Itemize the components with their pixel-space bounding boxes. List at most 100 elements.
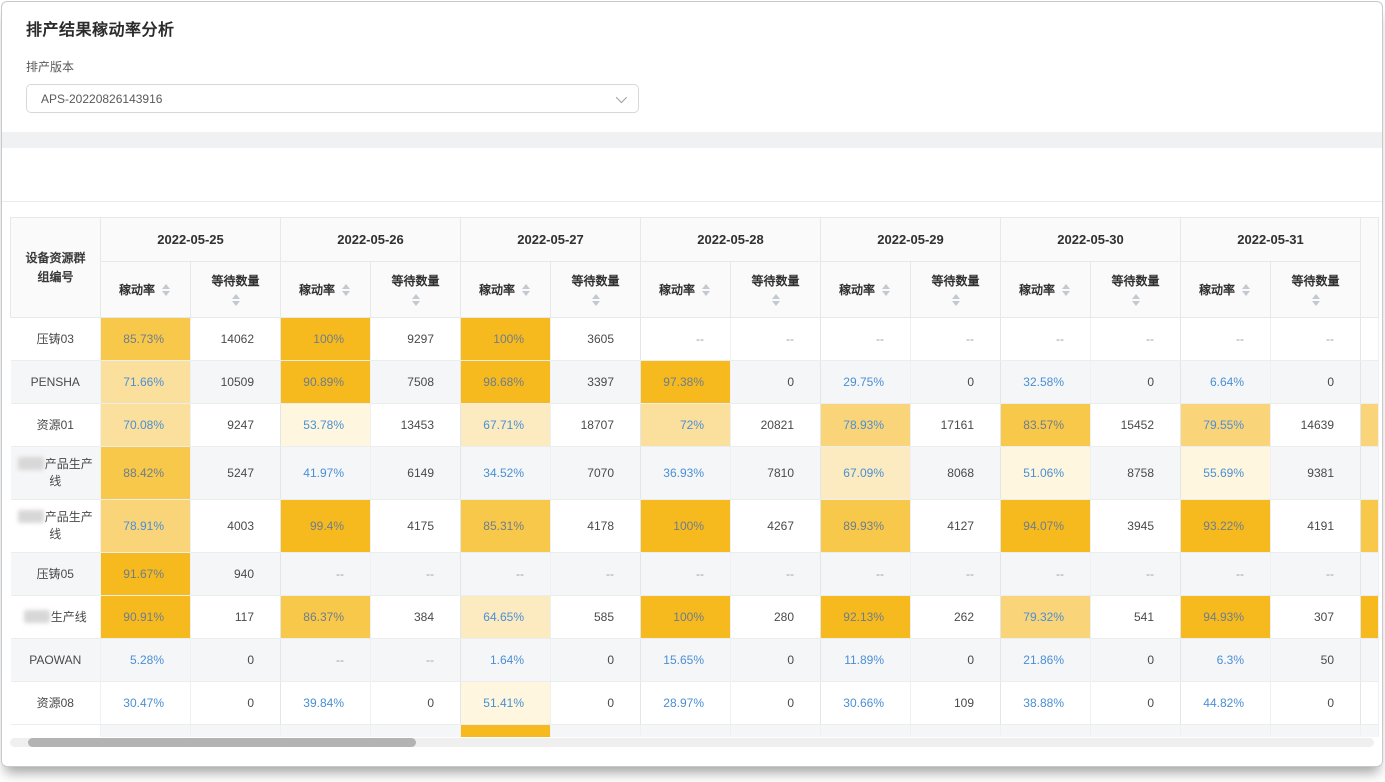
rate-cell: -- bbox=[1181, 318, 1271, 361]
rate-cell: 90.89% bbox=[281, 361, 371, 404]
caret-down-icon bbox=[952, 301, 960, 306]
next-column-sliver-cell bbox=[1361, 553, 1379, 596]
rate-cell: 30.66% bbox=[821, 682, 911, 725]
rate-cell: 100% bbox=[461, 318, 551, 361]
sort-control[interactable] bbox=[590, 292, 602, 308]
sort-control[interactable] bbox=[950, 292, 962, 308]
rate-cell: -- bbox=[281, 639, 371, 682]
wait-cell: 0 bbox=[1091, 361, 1181, 404]
sort-control[interactable] bbox=[160, 282, 172, 298]
next-column-sliver-cell bbox=[1361, 318, 1379, 361]
sort-control[interactable] bbox=[1060, 282, 1072, 298]
wait-header-label: 等待数量 bbox=[211, 272, 259, 289]
wait-cell: 7810 bbox=[731, 447, 821, 500]
sort-control[interactable] bbox=[1240, 282, 1252, 298]
rate-cell: 34.52% bbox=[461, 447, 551, 500]
table-row: 产品生产线78.91%400399.4%417585.31%4178100%42… bbox=[11, 500, 1379, 553]
horizontal-scrollbar[interactable] bbox=[10, 738, 1374, 747]
rate-cell: 100% bbox=[641, 596, 731, 639]
scrollbar-thumb[interactable] bbox=[28, 738, 416, 747]
wait-cell: -- bbox=[1271, 318, 1361, 361]
next-column-sliver-cell bbox=[1361, 639, 1379, 682]
wait-cell: 0 bbox=[191, 639, 281, 682]
rate-header-content: 稼动率 bbox=[101, 281, 190, 298]
wait-cell: 3945 bbox=[1091, 500, 1181, 553]
row-label: 生产线 bbox=[11, 596, 101, 639]
wait-header-content: 等待数量 bbox=[371, 272, 460, 308]
wait-header-content: 等待数量 bbox=[191, 272, 280, 308]
wait-column-header: 等待数量 bbox=[371, 262, 461, 318]
header-row-metrics: 稼动率等待数量稼动率等待数量稼动率等待数量稼动率等待数量稼动率等待数量稼动率等待… bbox=[11, 262, 1379, 318]
wait-cell: 541 bbox=[1091, 596, 1181, 639]
next-column-sliver-cell bbox=[1361, 447, 1379, 500]
caret-down-icon bbox=[1242, 291, 1250, 296]
rate-header-label: 稼动率 bbox=[119, 281, 155, 298]
partial-cell bbox=[641, 725, 731, 737]
wait-cell: -- bbox=[551, 553, 641, 596]
caret-down-icon bbox=[702, 291, 710, 296]
rate-cell: 100% bbox=[281, 318, 371, 361]
wait-cell: 10509 bbox=[191, 361, 281, 404]
wait-column-header: 等待数量 bbox=[1091, 262, 1181, 318]
rate-cell: 86.37% bbox=[281, 596, 371, 639]
wait-cell: 0 bbox=[731, 682, 821, 725]
caret-down-icon bbox=[1132, 301, 1140, 306]
version-select[interactable]: APS-20220826143916 bbox=[26, 84, 639, 113]
wait-header-label: 等待数量 bbox=[571, 272, 619, 289]
wait-cell: 0 bbox=[551, 682, 641, 725]
rate-cell: 85.31% bbox=[461, 500, 551, 553]
sort-control[interactable] bbox=[700, 282, 712, 298]
partial-cell bbox=[1001, 725, 1091, 737]
rate-cell: 94.07% bbox=[1001, 500, 1091, 553]
wait-cell: 0 bbox=[191, 682, 281, 725]
wait-cell: -- bbox=[371, 553, 461, 596]
next-column-sliver-header bbox=[1361, 218, 1379, 318]
header-row-dates: 设备资源群组编号2022-05-252022-05-262022-05-2720… bbox=[11, 218, 1379, 262]
sort-control[interactable] bbox=[880, 282, 892, 298]
wait-cell: 0 bbox=[1271, 682, 1361, 725]
wait-cell: 0 bbox=[1271, 361, 1361, 404]
rate-cell: 51.06% bbox=[1001, 447, 1091, 500]
table-row: PAOWAN5.28%0----1.64%015.65%011.89%021.8… bbox=[11, 639, 1379, 682]
sort-control[interactable] bbox=[340, 282, 352, 298]
sort-control[interactable] bbox=[770, 292, 782, 308]
rate-cell: 64.65% bbox=[461, 596, 551, 639]
partial-cell bbox=[551, 725, 641, 737]
caret-up-icon bbox=[1312, 294, 1320, 299]
sort-control[interactable] bbox=[1130, 292, 1142, 308]
rate-cell: -- bbox=[641, 553, 731, 596]
wait-cell: 18707 bbox=[551, 404, 641, 447]
wait-header-label: 等待数量 bbox=[931, 272, 979, 289]
caret-up-icon bbox=[1132, 294, 1140, 299]
redaction-blur bbox=[24, 610, 50, 623]
caret-up-icon bbox=[522, 284, 530, 289]
rate-cell: 71.66% bbox=[101, 361, 191, 404]
rate-cell: 98.68% bbox=[461, 361, 551, 404]
sort-control[interactable] bbox=[410, 292, 422, 308]
rate-cell: 78.91% bbox=[101, 500, 191, 553]
toolbar-strip bbox=[2, 148, 1382, 202]
caret-down-icon bbox=[522, 291, 530, 296]
sort-control[interactable] bbox=[1310, 292, 1322, 308]
rate-cell: 53.78% bbox=[281, 404, 371, 447]
row-label: 压铸05 bbox=[11, 553, 101, 596]
rate-header-label: 稼动率 bbox=[1199, 281, 1235, 298]
rate-header-content: 稼动率 bbox=[1181, 281, 1270, 298]
sort-control[interactable] bbox=[230, 292, 242, 308]
wait-header-label: 等待数量 bbox=[1111, 272, 1159, 289]
wait-cell: 0 bbox=[911, 639, 1001, 682]
wait-cell: -- bbox=[911, 553, 1001, 596]
sort-control[interactable] bbox=[520, 282, 532, 298]
partial-cell bbox=[11, 725, 101, 737]
rate-cell: 97.38% bbox=[641, 361, 731, 404]
utilization-table-section: 设备资源群组编号2022-05-252022-05-262022-05-2720… bbox=[10, 217, 1374, 747]
wait-cell: 117 bbox=[191, 596, 281, 639]
rate-cell: 55.69% bbox=[1181, 447, 1271, 500]
wait-cell: 0 bbox=[731, 639, 821, 682]
caret-up-icon bbox=[1062, 284, 1070, 289]
partial-cell bbox=[281, 725, 371, 737]
wait-cell: -- bbox=[1091, 318, 1181, 361]
wait-cell: 0 bbox=[551, 639, 641, 682]
rate-cell: -- bbox=[821, 318, 911, 361]
row-label: 资源08 bbox=[11, 682, 101, 725]
